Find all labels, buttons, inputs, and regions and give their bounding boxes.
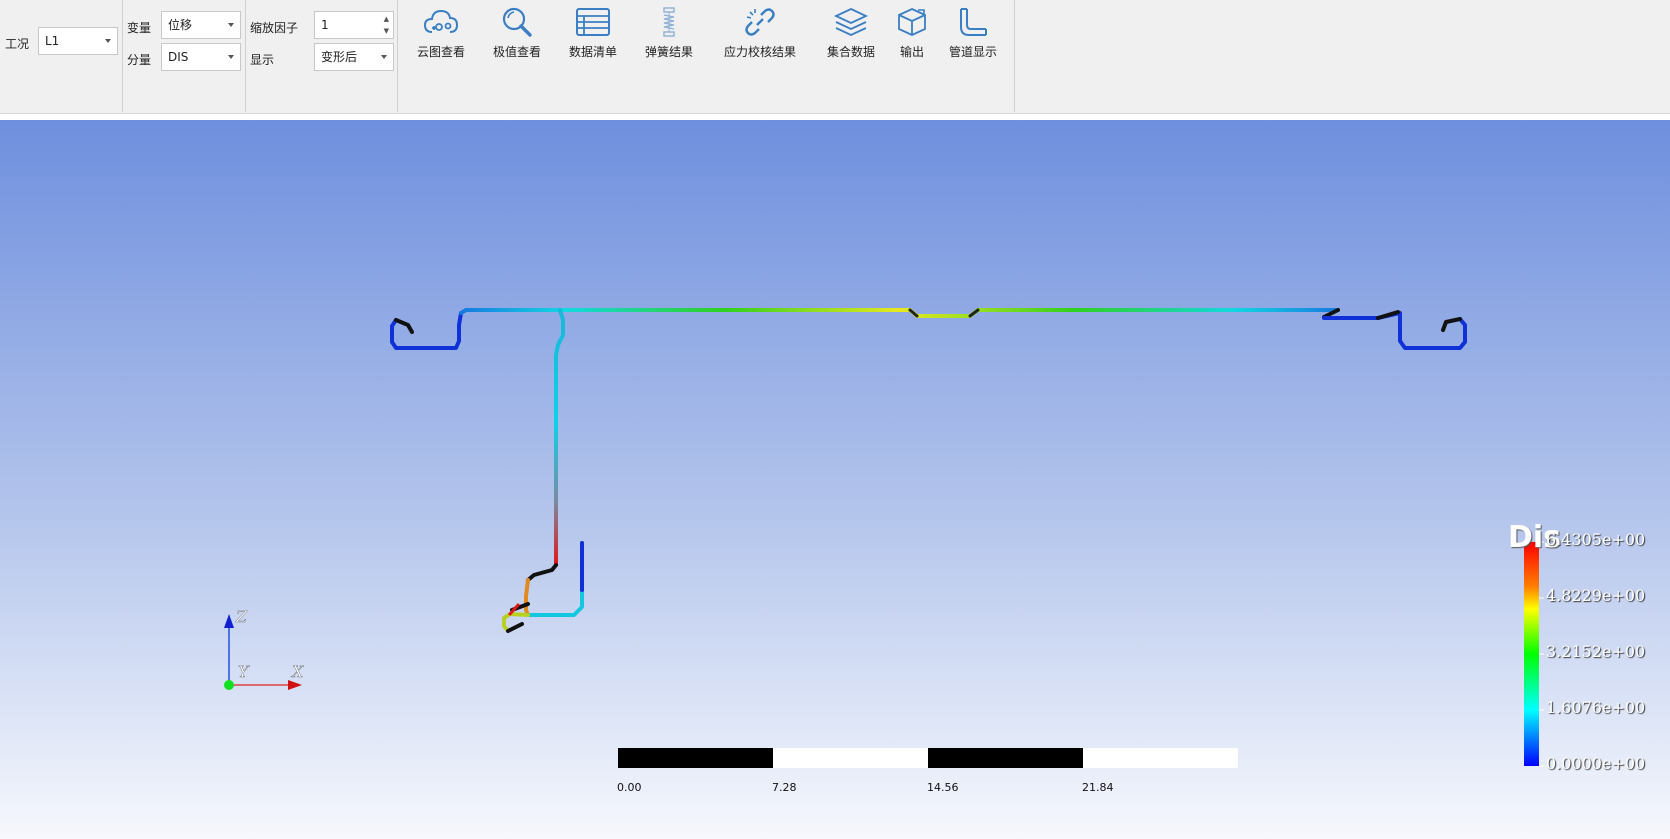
left-loop-pipe	[390, 311, 463, 350]
scale-factor-value: 1	[321, 18, 329, 32]
scale-factor-input[interactable]: 1 ▲ ▼	[314, 11, 394, 39]
stress-check-result-label: 应力校核结果	[723, 45, 796, 59]
pipe-model[interactable]: Z Y X	[0, 120, 1670, 839]
case-label: 工况	[5, 37, 30, 51]
scale-bar-tick: 21.84	[1082, 781, 1114, 794]
group-divider	[245, 0, 246, 112]
component-select[interactable]: DIS	[161, 43, 241, 71]
export-button[interactable]: 输出	[893, 0, 931, 70]
magnifier-icon	[502, 7, 532, 37]
list-icon	[576, 8, 610, 36]
spring-icon	[663, 7, 675, 37]
component-label: 分量	[127, 53, 152, 67]
display-select[interactable]: 变形后	[314, 43, 394, 71]
scale-bar-tick: 7.28	[772, 781, 797, 794]
pipe-display-label: 管道显示	[948, 45, 997, 59]
distance-scale-bar	[618, 748, 1238, 768]
cloud-map-view-button[interactable]: 云图查看	[410, 0, 472, 70]
variable-select[interactable]: 位移	[161, 11, 241, 39]
axis-z-label: Z	[235, 607, 248, 626]
chevron-down-icon	[228, 23, 234, 27]
stress-check-result-button[interactable]: 应力校核结果	[720, 0, 800, 70]
legend-value-min: 0.0000e+00	[1546, 754, 1646, 773]
riser-pipe	[554, 308, 565, 567]
data-list-label: 数据清单	[568, 45, 617, 59]
aggregate-data-button[interactable]: 集合数据	[820, 0, 882, 70]
cloud-map-icon	[423, 9, 459, 33]
spin-up-icon[interactable]: ▲	[384, 16, 389, 23]
cloud-map-view-label: 云图查看	[416, 45, 465, 59]
axis-triad: Z Y X	[224, 607, 304, 690]
case-select[interactable]: L1	[38, 27, 118, 55]
legend-value: 3.2152e+00	[1546, 642, 1646, 661]
scale-bar-tick: 14.56	[927, 781, 959, 794]
spring-result-label: 弹簧结果	[644, 45, 693, 59]
group-divider	[1014, 0, 1015, 112]
component-select-value: DIS	[168, 50, 189, 64]
spin-down-icon[interactable]: ▼	[384, 28, 389, 35]
axis-y-label: Y	[238, 662, 250, 681]
scale-factor-label: 缩放因子	[250, 21, 299, 35]
case-select-value: L1	[45, 34, 60, 48]
link-icon	[745, 8, 775, 36]
axis-x-label: X	[290, 662, 304, 681]
3d-viewport[interactable]: Z Y X Dis 6.4305e+00 4.8229e+00 3.2152e+…	[0, 120, 1670, 839]
group-divider	[397, 0, 398, 112]
chevron-down-icon	[105, 39, 111, 43]
variable-select-value: 位移	[168, 18, 193, 32]
color-legend-bar	[1524, 542, 1539, 766]
export-box-icon	[898, 8, 926, 36]
main-header-pipe	[459, 308, 1340, 318]
chevron-down-icon	[228, 55, 234, 59]
legend-value-max: 6.4305e+00	[1546, 530, 1646, 549]
spring-result-button[interactable]: 弹簧结果	[639, 0, 699, 70]
export-label: 输出	[899, 45, 924, 59]
variable-label: 变量	[127, 21, 152, 35]
aggregate-data-label: 集合数据	[826, 45, 875, 59]
extreme-value-view-label: 极值查看	[492, 45, 541, 59]
legend-value: 1.6076e+00	[1546, 698, 1646, 717]
layers-icon	[833, 8, 869, 36]
toolbar: 工况 L1 变量 位移 分量 DIS 缩放因子 1 ▲ ▼ 显示 变形后 云图查…	[0, 0, 1670, 114]
display-label: 显示	[250, 53, 275, 67]
display-select-value: 变形后	[321, 50, 358, 64]
pipe-display-button[interactable]: 管道显示	[944, 0, 1002, 70]
pipe-icon	[960, 8, 987, 36]
data-list-button[interactable]: 数据清单	[564, 0, 622, 70]
extreme-value-view-button[interactable]: 极值查看	[487, 0, 547, 70]
color-legend-ticks	[1539, 541, 1544, 767]
chevron-down-icon	[381, 55, 387, 59]
legend-value: 4.8229e+00	[1546, 586, 1646, 605]
group-divider	[122, 0, 123, 112]
scale-bar-tick: 0.00	[617, 781, 642, 794]
